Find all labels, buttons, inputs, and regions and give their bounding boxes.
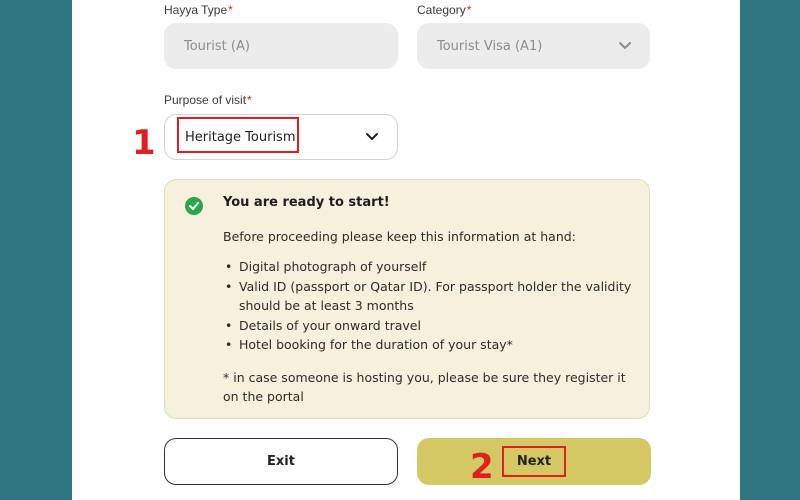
list-item: Details of your onward travel	[223, 316, 633, 336]
category-select: Tourist Visa (A1)	[417, 23, 650, 69]
info-title: You are ready to start!	[223, 195, 390, 210]
list-item: Hotel booking for the duration of your s…	[223, 335, 633, 355]
hayya-type-value: Tourist (A)	[184, 38, 250, 54]
category-label: Category*	[417, 3, 472, 17]
info-note: * in case someone is hosting you, please…	[223, 370, 626, 404]
info-box: You are ready to start! Before proceedin…	[164, 179, 650, 419]
info-intro: Before proceeding please keep this infor…	[223, 229, 576, 244]
purpose-select[interactable]: Heritage Tourism	[164, 114, 398, 160]
hayya-type-label: Hayya Type*	[164, 3, 233, 17]
purpose-label: Purpose of visit*	[164, 93, 252, 107]
chevron-down-icon	[366, 133, 378, 140]
step-marker-2: 2	[470, 447, 494, 487]
hayya-type-field: Tourist (A)	[164, 23, 398, 69]
list-item: Valid ID (passport or Qatar ID). For pas…	[223, 277, 633, 316]
step-marker-1: 1	[132, 123, 156, 163]
exit-button[interactable]: Exit	[164, 438, 398, 485]
next-button[interactable]: Next	[417, 438, 651, 485]
category-value: Tourist Visa (A1)	[437, 38, 543, 54]
purpose-value: Heritage Tourism	[185, 129, 296, 145]
list-item: Digital photograph of yourself	[223, 257, 633, 277]
requirements-list: Digital photograph of yourself Valid ID …	[223, 257, 633, 355]
check-circle-icon	[185, 197, 203, 215]
chevron-down-icon	[619, 42, 631, 49]
